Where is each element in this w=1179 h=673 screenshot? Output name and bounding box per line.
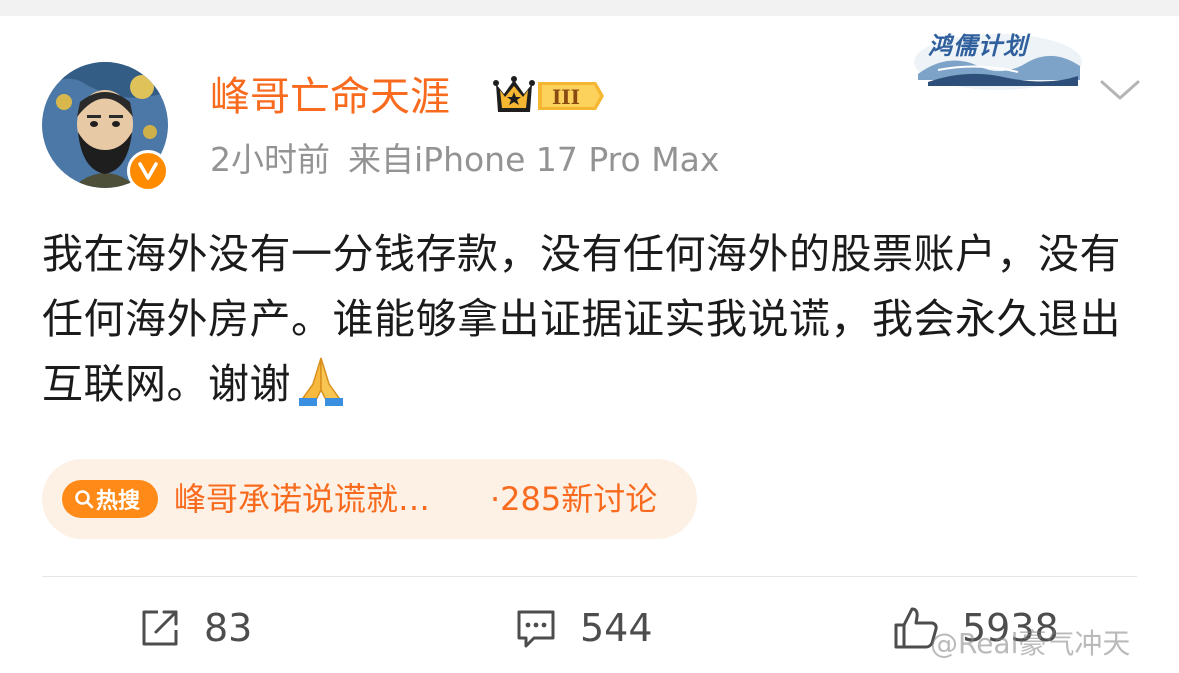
repost-count: 83 [204,606,253,650]
comment-icon [517,610,555,648]
repost-icon [142,610,178,646]
comment-count: 544 [580,606,653,650]
search-icon [75,490,94,509]
svg-text:III: III [552,85,580,109]
comment-button[interactable]: 544 [514,600,653,656]
username[interactable]: 峰哥亡命天涯 [210,72,450,122]
post-text: 我在海外没有一分钱存款，没有任何海外的股票账户，没有任何海外房产。谁能够拿出证据… [42,230,1121,408]
divider [42,576,1137,577]
weibo-post-page: 峰哥亡命天涯 III 2小时前来自iPhone 17 Pro Max 鸿儒计划 [0,0,1179,673]
hot-topic-count: ·285新讨论 [490,480,658,518]
hot-topic-card[interactable]: 热搜 峰哥承诺说谎就… ·285新讨论 [42,459,697,539]
watermark: @Real豪气冲天 [930,627,1131,660]
member-crown-badge[interactable]: III [492,74,606,118]
promo-label: 鸿儒计划 [928,32,1028,60]
top-strip [0,0,1179,16]
folded-hands-icon [291,354,351,406]
post-source: 来自iPhone 17 Pro Max [348,140,720,179]
hot-search-tag: 热搜 [62,480,158,518]
verified-badge-icon [127,150,169,192]
post-meta: 2小时前 来自iPhone 17 Pro Max [210,138,719,182]
repost-button[interactable]: 83 [138,600,252,656]
hot-topic-title: 峰哥承诺说谎就… [174,480,431,518]
post-content: 我在海外没有一分钱存款，没有任何海外的股票账户，没有任何海外房产。谁能够拿出证据… [42,222,1137,417]
post-time: 2小时前 [210,140,330,179]
more-options-chevron-icon[interactable] [1098,72,1142,108]
hot-search-label: 热搜 [96,489,141,514]
